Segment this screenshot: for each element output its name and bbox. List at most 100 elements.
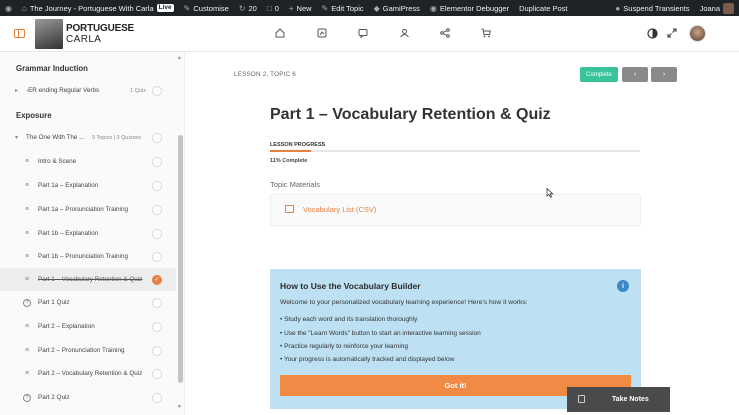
- logo-line2: CARLA: [66, 34, 102, 45]
- status-circle: [152, 392, 162, 403]
- elementor-icon: ◉: [429, 3, 437, 13]
- status-circle: [152, 204, 162, 215]
- progress-bar: [270, 150, 640, 152]
- chevron-down-icon: ▾: [15, 135, 19, 141]
- sidebar-toggle-icon[interactable]: [14, 29, 25, 38]
- share-icon[interactable]: [439, 27, 451, 39]
- topic-row[interactable]: ≡ Part 1b – Pronunciation Training: [0, 245, 176, 268]
- lesson-meta: 9 Topics | 3 Quizzes: [92, 134, 142, 141]
- progress-fill: [270, 150, 311, 152]
- materials-heading: Topic Materials: [270, 180, 321, 189]
- status-circle: [152, 228, 162, 239]
- status-circle: [152, 321, 162, 332]
- dark-mode-icon[interactable]: [646, 27, 658, 39]
- list-icon: ≡: [24, 347, 30, 354]
- vocab-builder-intro: Welcome to your personalized vocabulary …: [280, 299, 528, 306]
- suspend-transients-link[interactable]: ● Suspend Transients: [610, 0, 694, 16]
- comment-icon: □: [266, 3, 272, 13]
- courses-icon[interactable]: [316, 27, 328, 39]
- scroll-up-arrow[interactable]: ▲: [177, 55, 182, 61]
- instruction-item: • Your progress is automatically tracked…: [280, 356, 455, 363]
- quiz-icon: ?: [23, 298, 31, 307]
- site-name-link[interactable]: ⌂ The Journey - Portuguese With Carla Li…: [17, 0, 179, 16]
- prev-topic-button[interactable]: ‹: [622, 67, 648, 82]
- transients-icon: ●: [615, 3, 621, 13]
- customise-link[interactable]: ✎ Customise: [179, 0, 234, 16]
- list-icon: ≡: [24, 230, 30, 237]
- elementor-debugger-link[interactable]: ◉ Elementor Debugger: [425, 0, 514, 16]
- wordpress-icon[interactable]: ◉: [0, 0, 17, 16]
- community-icon[interactable]: [398, 27, 410, 39]
- sidebar-scrollbar[interactable]: [178, 135, 183, 383]
- page-title: Part 1 – Vocabulary Retention & Quiz: [270, 106, 551, 123]
- cart-icon[interactable]: [480, 27, 492, 39]
- list-icon: ≡: [24, 323, 30, 330]
- status-circle: [152, 368, 162, 379]
- section-title-grammar: Grammar Induction: [16, 64, 88, 73]
- list-icon: ≡: [24, 206, 30, 213]
- topic-row[interactable]: ≡ Part 2 – Vocabulary Retention & Quiz: [0, 362, 176, 385]
- scroll-down-arrow[interactable]: ▼: [177, 404, 182, 410]
- admin-avatar: [723, 2, 734, 14]
- topic-row[interactable]: ≡ Part 1a – Explanation: [0, 174, 176, 197]
- lesson-label: -ER ending Regular Verbs: [26, 87, 100, 94]
- edit-topic-link[interactable]: ✎ Edit Topic: [317, 0, 369, 16]
- quiz-row[interactable]: ? Part 2 Quiz: [0, 386, 176, 409]
- status-circle: [152, 180, 162, 191]
- topic-row[interactable]: ≡ Part 2 – Pronunciation Training: [0, 339, 176, 362]
- checkmark-icon: ✓: [152, 274, 162, 285]
- status-circle: [152, 85, 162, 96]
- user-menu[interactable]: Joana: [695, 0, 739, 16]
- instruction-item: • Practice regularly to reinforce your l…: [280, 343, 409, 350]
- status-circle: [152, 345, 162, 356]
- topic-row[interactable]: ≡ Part 2 – Explanation: [0, 315, 176, 338]
- breadcrumb: LESSON 2, TOPIC 6: [234, 71, 296, 78]
- progress-label: LESSON PROGRESS: [270, 142, 326, 148]
- plus-icon: +: [288, 3, 294, 13]
- vocab-builder-title: How to Use the Vocabulary Builder: [280, 281, 421, 291]
- lesson-label: The One With The ...: [26, 134, 85, 141]
- notes-icon: [578, 395, 585, 403]
- chevron-right-icon: ▸: [15, 88, 19, 94]
- list-icon: ≡: [24, 182, 30, 189]
- fullscreen-icon[interactable]: [666, 27, 678, 39]
- admin-bar: ◉ ⌂ The Journey - Portuguese With Carla …: [0, 0, 739, 16]
- course-sidebar: Grammar Induction ▸ -ER ending Regular V…: [0, 53, 185, 415]
- gamipress-link[interactable]: ◆ GamiPress: [369, 0, 425, 16]
- quiz-icon: ?: [23, 393, 31, 402]
- site-logo[interactable]: PORTUGUESE CARLA: [35, 19, 134, 49]
- updates-link[interactable]: ↻ 20: [234, 0, 262, 16]
- home-icon[interactable]: [274, 27, 286, 39]
- new-link[interactable]: + New: [284, 0, 317, 16]
- live-badge: Live: [156, 4, 174, 12]
- quiz-row[interactable]: ? Part 1 Quiz: [0, 291, 176, 314]
- info-icon[interactable]: i: [617, 280, 629, 292]
- file-icon: [285, 205, 294, 213]
- lesson-row-er-verbs[interactable]: ▸ -ER ending Regular Verbs 1 Quiz: [0, 79, 176, 102]
- messages-icon[interactable]: [357, 27, 369, 39]
- vocab-list-link[interactable]: Vocabulary List (CSV): [303, 205, 376, 214]
- updates-icon: ↻: [238, 3, 246, 13]
- comments-link[interactable]: □ 0: [262, 0, 284, 16]
- complete-button[interactable]: Complete: [580, 67, 618, 82]
- instruction-item: • Use the "Learn Words" button to start …: [280, 330, 481, 337]
- user-avatar[interactable]: [689, 25, 706, 42]
- status-circle: [152, 156, 162, 167]
- gamipress-icon: ◆: [373, 3, 380, 13]
- duplicate-post-link[interactable]: Duplicate Post: [514, 0, 572, 16]
- logo-portrait: [35, 19, 63, 49]
- mouse-cursor-icon: [546, 188, 554, 198]
- take-notes-button[interactable]: Take Notes: [567, 387, 670, 412]
- list-icon: ≡: [24, 370, 30, 377]
- status-circle: [152, 251, 162, 262]
- topic-row[interactable]: ≡ Part 1b – Explanation: [0, 222, 176, 245]
- topic-row-current[interactable]: ≡ Part 1 – Vocabulary Retention & Quiz ✓: [0, 268, 176, 291]
- home-icon: ⌂: [21, 3, 27, 13]
- topic-row[interactable]: ≡ Intro & Scene: [0, 150, 176, 173]
- lesson-row-the-one-with[interactable]: ▾ The One With The ... 9 Topics | 3 Quiz…: [0, 126, 176, 149]
- logo-line1: PORTUGUESE: [66, 23, 135, 34]
- next-topic-button[interactable]: ›: [651, 67, 677, 82]
- status-circle: [152, 132, 162, 143]
- topic-row[interactable]: ≡ Part 1a – Pronunciation Training: [0, 198, 176, 221]
- pencil-icon: ✎: [321, 3, 329, 13]
